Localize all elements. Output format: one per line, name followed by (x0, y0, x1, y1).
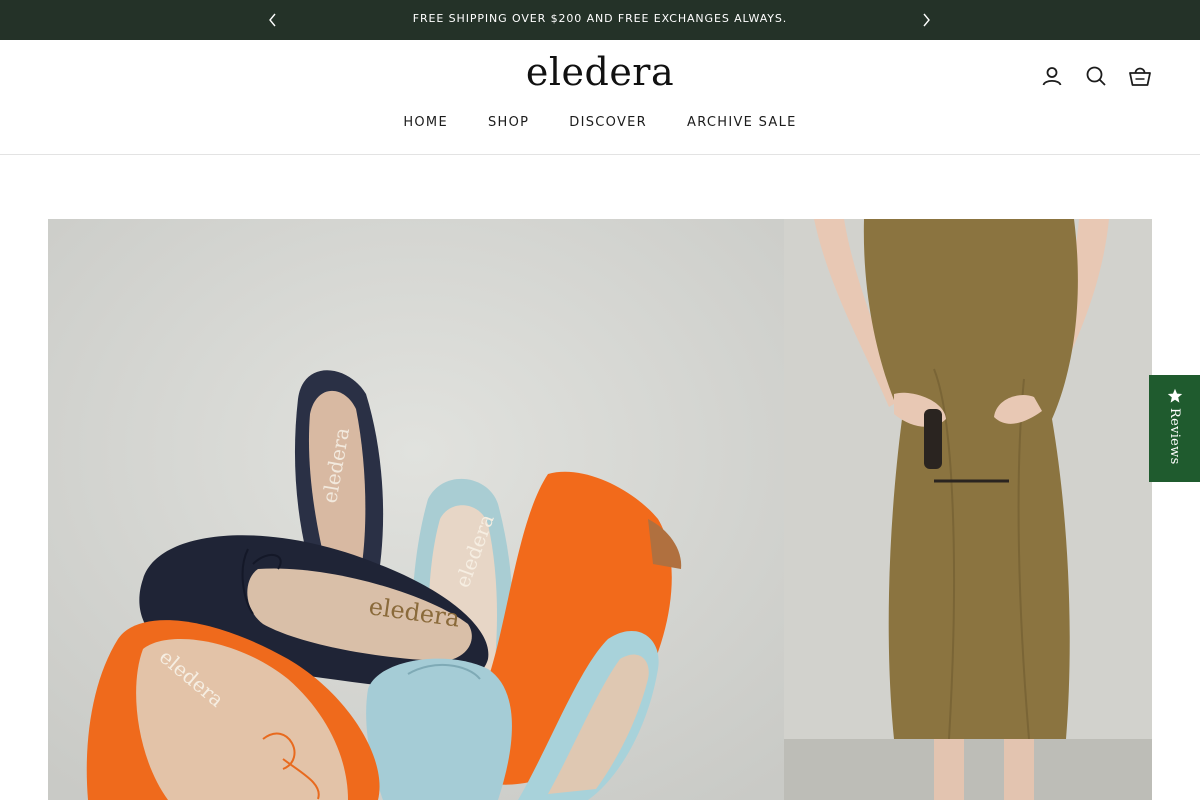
search-icon (1086, 66, 1106, 86)
nav-item-archive-sale[interactable]: ARCHIVE SALE (687, 115, 797, 130)
hero-image-model[interactable] (784, 219, 1152, 800)
account-icon (1042, 67, 1062, 86)
reviews-tab[interactable]: Reviews (1149, 375, 1200, 482)
announcement-prev-button[interactable] (262, 9, 284, 31)
site-header: eledera HOME SHOP DISCOVER ARCHIVE SALE (0, 40, 1200, 155)
announcement-bar: FREE SHIPPING OVER $200 AND FREE EXCHANG… (0, 0, 1200, 40)
nav-item-home[interactable]: HOME (403, 115, 448, 130)
model-illustration (784, 219, 1152, 800)
account-button[interactable] (1040, 64, 1064, 88)
hero-image-shoes[interactable]: eledera eledera eledera eledera (48, 219, 784, 800)
chevron-left-icon (269, 13, 276, 27)
reviews-tab-label: Reviews (1167, 408, 1182, 465)
announcement-text: FREE SHIPPING OVER $200 AND FREE EXCHANG… (412, 12, 788, 25)
nav-item-discover[interactable]: DISCOVER (569, 115, 647, 130)
main-nav: HOME SHOP DISCOVER ARCHIVE SALE (0, 115, 1200, 130)
cart-icon (1129, 67, 1151, 86)
site-logo[interactable]: eledera (450, 50, 750, 94)
star-icon (1167, 388, 1182, 403)
chevron-right-icon (923, 13, 930, 27)
header-actions (1040, 64, 1152, 88)
cart-button[interactable] (1128, 64, 1152, 88)
ballet-flats-illustration: eledera eledera eledera eledera (48, 219, 784, 800)
search-button[interactable] (1084, 64, 1108, 88)
announcement-next-button[interactable] (915, 9, 937, 31)
nav-item-shop[interactable]: SHOP (488, 115, 529, 130)
